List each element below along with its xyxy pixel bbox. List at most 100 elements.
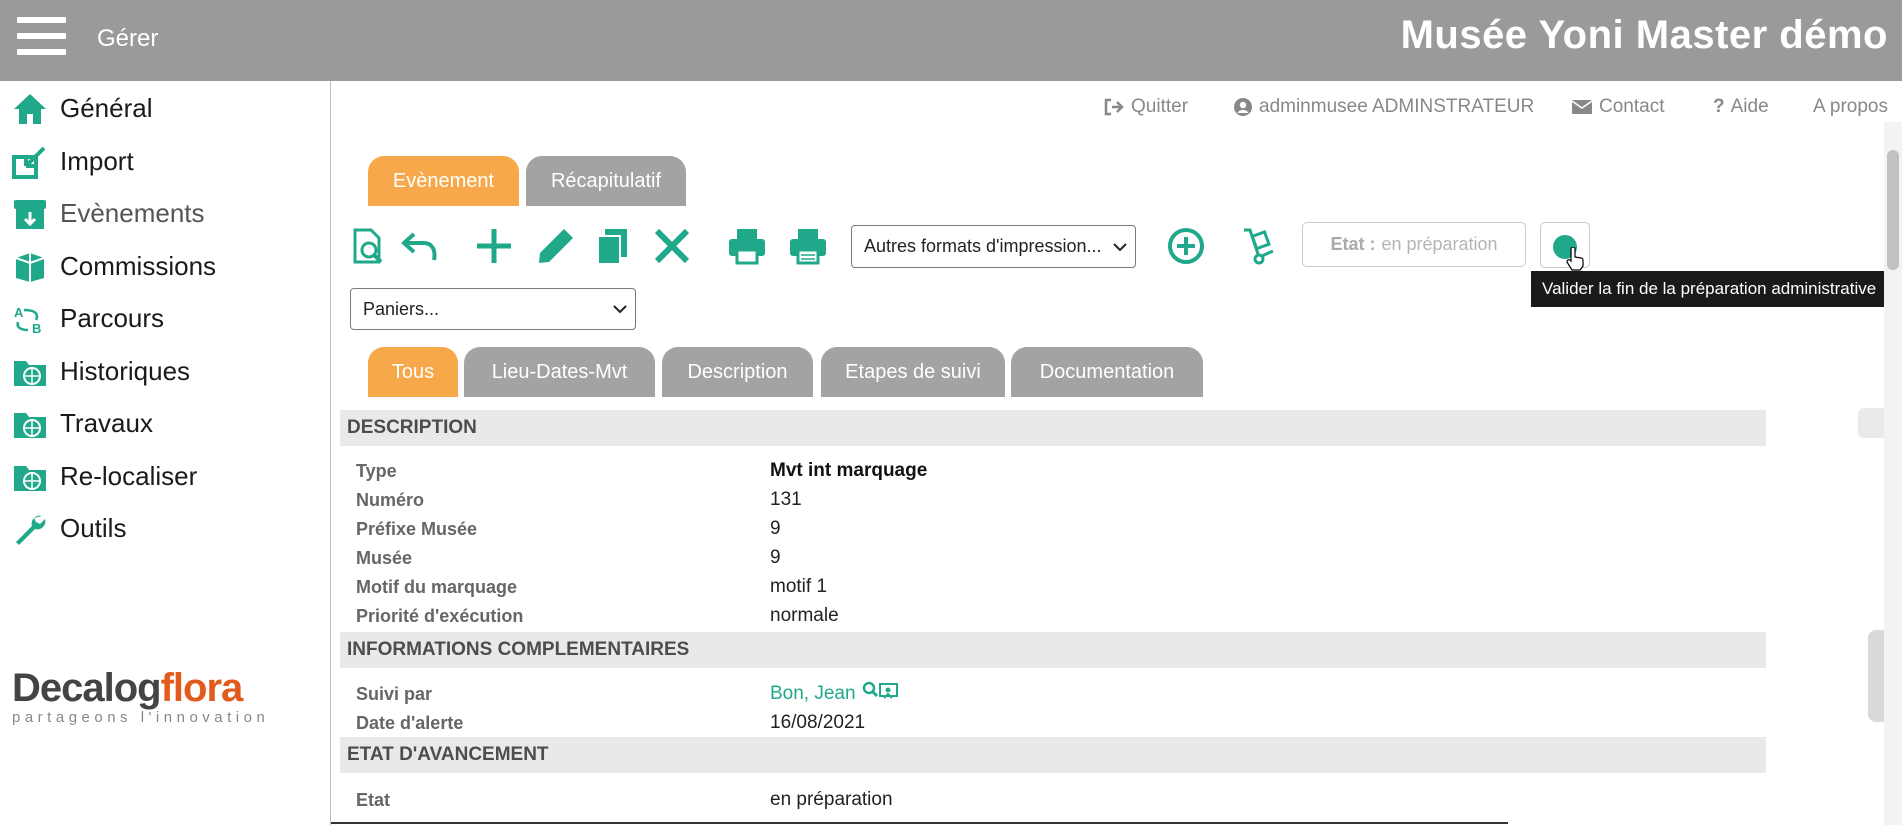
help-link[interactable]: ? Aide bbox=[1713, 95, 1769, 119]
field-value: en préparation bbox=[770, 789, 893, 810]
add-icon[interactable] bbox=[470, 222, 518, 270]
print-formats-select[interactable]: Autres formats d'impression... bbox=[851, 225, 1136, 268]
divider bbox=[331, 822, 1508, 824]
sidebar-item-parcours[interactable]: AB Parcours bbox=[0, 294, 330, 342]
svg-text:B: B bbox=[32, 321, 41, 336]
delete-x-icon[interactable] bbox=[648, 222, 696, 270]
field-value: motif 1 bbox=[770, 576, 828, 597]
folder-globe-icon bbox=[14, 413, 46, 438]
field-value: 16/08/2021 bbox=[770, 712, 866, 733]
tab-recapitulatif[interactable]: Récapitulatif bbox=[526, 156, 686, 206]
sidebar-item-label: Historiques bbox=[60, 355, 191, 386]
wrench-icon bbox=[16, 515, 46, 545]
etat-value: en préparation bbox=[1381, 234, 1498, 254]
etat-status-field: Etat : en préparation bbox=[1302, 222, 1526, 267]
svg-text:A: A bbox=[14, 305, 24, 320]
side-panel-toggle-icon[interactable] bbox=[1868, 630, 1884, 722]
folder-globe-icon bbox=[14, 361, 46, 386]
about-link[interactable]: A propos bbox=[1813, 95, 1888, 119]
user-label: adminmusee ADMINSTRATEUR bbox=[1259, 96, 1535, 117]
print-formats-value: Autres formats d'impression... bbox=[864, 236, 1102, 256]
section-header-infos: INFORMATIONS COMPLEMENTAIRES bbox=[340, 632, 1766, 668]
sidebar-item-label: Général bbox=[60, 92, 153, 123]
chevron-down-icon bbox=[1113, 242, 1127, 251]
suivi-par-link[interactable]: Bon, Jean bbox=[770, 683, 856, 705]
sidebar-item-evenements[interactable]: Evènements bbox=[0, 189, 330, 237]
section-header-description: DESCRIPTION bbox=[340, 410, 1766, 446]
field-value: 9 bbox=[770, 547, 781, 568]
copy-icon[interactable] bbox=[589, 222, 637, 270]
sidebar-item-label: Re-localiser bbox=[60, 460, 198, 491]
print-list-icon[interactable] bbox=[784, 222, 832, 270]
tab-etapes-de-suivi[interactable]: Etapes de suivi bbox=[821, 347, 1005, 397]
tab-description[interactable]: Description bbox=[662, 347, 813, 397]
tooltip: Valider la fin de la préparation adminis… bbox=[1531, 271, 1902, 307]
field-label: Etat bbox=[356, 790, 391, 810]
side-print-icon[interactable] bbox=[1858, 408, 1884, 438]
sidebar-item-travaux[interactable]: Travaux bbox=[0, 399, 330, 447]
baskets-select[interactable]: Paniers... bbox=[350, 288, 636, 330]
field-label: Musée bbox=[356, 548, 413, 568]
search-person-icon[interactable] bbox=[861, 680, 899, 702]
tab-documentation[interactable]: Documentation bbox=[1011, 347, 1203, 397]
field-value: normale bbox=[770, 605, 839, 626]
menu-label[interactable]: Gérer bbox=[97, 25, 158, 53]
envelope-icon bbox=[1571, 100, 1593, 114]
undo-icon[interactable] bbox=[396, 222, 444, 270]
sidebar-item-relocaliser[interactable]: Re-localiser bbox=[0, 452, 330, 500]
sidebar-item-label: Import bbox=[60, 145, 134, 176]
parcours-icon: AB bbox=[14, 305, 41, 336]
help-label: Aide bbox=[1730, 96, 1769, 117]
print-icon[interactable] bbox=[723, 222, 771, 270]
field-label: Date d'alerte bbox=[356, 713, 464, 733]
field-value: 131 bbox=[770, 489, 802, 510]
events-box-icon bbox=[14, 200, 46, 229]
sidebar-item-label: Evènements bbox=[60, 197, 205, 228]
sidebar-item-commissions[interactable]: Commissions bbox=[0, 242, 330, 290]
tab-lieu-dates-mvt[interactable]: Lieu-Dates-Mvt bbox=[464, 347, 655, 397]
hand-truck-icon[interactable] bbox=[1234, 222, 1282, 270]
preview-search-icon[interactable] bbox=[343, 222, 391, 270]
add-circle-icon[interactable] bbox=[1162, 222, 1210, 270]
chevron-down-icon bbox=[613, 305, 627, 314]
etat-label: Etat : bbox=[1330, 234, 1376, 254]
field-label: Priorité d'exécution bbox=[356, 606, 524, 626]
pointer-cursor-icon bbox=[1566, 247, 1584, 271]
field-value: Mvt int marquage bbox=[770, 460, 928, 481]
scrollbar-thumb[interactable] bbox=[1887, 150, 1899, 270]
sidebar-item-label: Commissions bbox=[60, 250, 217, 281]
sidebar-item-import[interactable]: Import bbox=[0, 137, 330, 185]
validate-preparation-button[interactable] bbox=[1540, 222, 1590, 271]
sidebar-item-historiques[interactable]: Historiques bbox=[0, 347, 330, 395]
app-title: Musée Yoni Master démo bbox=[1400, 13, 1888, 57]
sign-out-icon bbox=[1104, 98, 1124, 116]
sidebar-item-label: Travaux bbox=[60, 407, 153, 438]
commissions-icon bbox=[15, 253, 45, 282]
field-label: Suivi par bbox=[356, 684, 433, 704]
tab-tous[interactable]: Tous bbox=[368, 347, 458, 397]
baskets-value: Paniers... bbox=[363, 298, 440, 319]
contact-link[interactable]: Contact bbox=[1571, 95, 1664, 119]
folder-globe-icon bbox=[14, 466, 46, 491]
contact-label: Contact bbox=[1599, 96, 1665, 117]
edit-pencil-icon[interactable] bbox=[532, 222, 580, 270]
section-header-etat: ETAT D'AVANCEMENT bbox=[340, 737, 1766, 773]
quit-label: Quitter bbox=[1131, 96, 1189, 117]
sidebar-item-label: Parcours bbox=[60, 302, 165, 333]
quit-link[interactable]: Quitter bbox=[1103, 95, 1188, 119]
user-link[interactable]: adminmusee ADMINSTRATEUR bbox=[1233, 95, 1534, 119]
about-label: A propos bbox=[1813, 96, 1888, 117]
field-value: 9 bbox=[770, 518, 781, 539]
vertical-scrollbar[interactable] bbox=[1884, 122, 1902, 825]
field-label: Type bbox=[356, 461, 397, 481]
question-icon: ? bbox=[1713, 96, 1725, 117]
sidebar: Général Import Evènements Commissions AB… bbox=[0, 81, 331, 825]
top-bar: Gérer Musée Yoni Master démo bbox=[0, 0, 1902, 81]
user-circle-icon bbox=[1234, 98, 1252, 116]
hamburger-menu-icon[interactable] bbox=[17, 17, 66, 55]
import-icon bbox=[12, 146, 46, 179]
field-label: Numéro bbox=[356, 490, 425, 510]
sidebar-item-general[interactable]: Général bbox=[0, 84, 330, 132]
tab-evenement[interactable]: Evènement bbox=[368, 156, 519, 206]
sidebar-item-outils[interactable]: Outils bbox=[0, 504, 330, 552]
